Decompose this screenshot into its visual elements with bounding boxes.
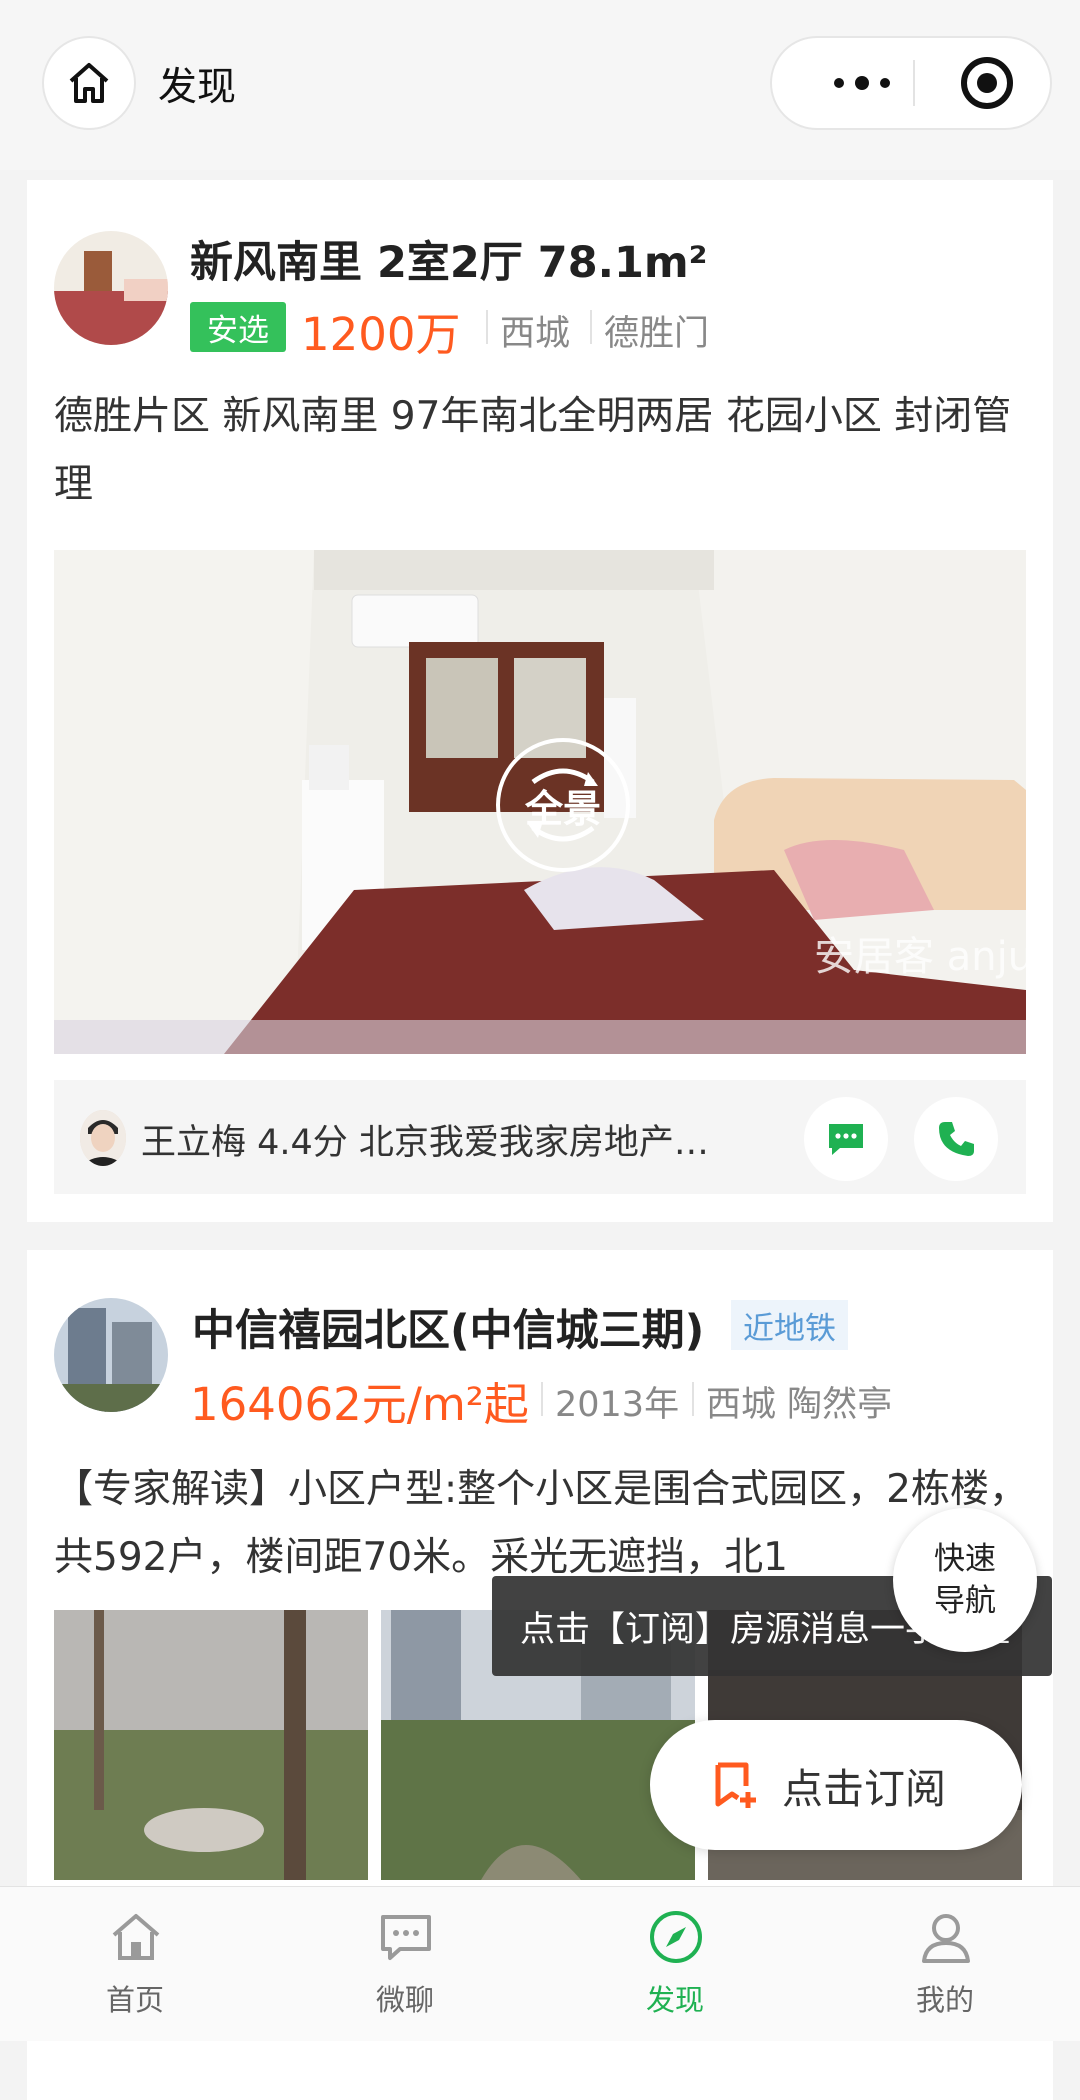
bookmark-add-icon (715, 1762, 756, 1808)
tab-home[interactable]: 首页 (0, 1887, 270, 2041)
tab-label: 发现 (645, 1983, 704, 2017)
agent-bar[interactable]: 王立梅 4.4分 北京我爱我家房地产经... (54, 1080, 1026, 1194)
tab-chat[interactable]: 微聊 (270, 1887, 540, 2041)
home-icon (112, 1914, 160, 1960)
agent-info: 王立梅 4.4分 北京我爱我家房地产经... (141, 1123, 731, 1163)
user-icon (922, 1914, 970, 1963)
more-dots-icon (834, 76, 890, 90)
community-price: 164062元/m²起 (190, 1378, 529, 1431)
page-title: 发现 (158, 65, 237, 110)
target-icon (961, 57, 1013, 109)
tab-label: 微聊 (375, 1983, 434, 2017)
mini-program-capsule (770, 36, 1052, 130)
listing-thumbnail (54, 231, 168, 345)
subscribe-button[interactable]: 点击订阅 (650, 1720, 1022, 1850)
agent-chat-button[interactable] (804, 1097, 888, 1181)
community-year: 2013年 (555, 1385, 680, 1425)
agent-avatar (80, 1110, 126, 1166)
agent-call-button[interactable] (914, 1097, 998, 1181)
listing-description: 德胜片区 新风南里 97年南北全明两居 花园小区 封闭管理 (54, 394, 1012, 507)
more-button[interactable] (812, 38, 912, 128)
tab-label: 首页 (105, 1983, 164, 2017)
community-title: 中信禧园北区(中信城三期) (192, 1306, 705, 1356)
close-mini-program-button[interactable] (932, 38, 1042, 128)
panorama-label: 全景 (524, 786, 601, 831)
top-bar: 发现 (0, 0, 1080, 170)
tab-me[interactable]: 我的 (810, 1887, 1080, 2041)
subway-badge: 近地铁 (731, 1300, 848, 1350)
listing-title: 新风南里 2室2厅 78.1m² (190, 238, 708, 288)
phone-icon (939, 1122, 974, 1156)
listing-district: 西城 (500, 314, 571, 354)
bottom-tab-bar: 首页 微聊 发现 我的 (0, 1886, 1080, 2041)
fast-nav-button[interactable]: 快速导航 (893, 1508, 1037, 1652)
anxuan-badge: 安选 (190, 302, 286, 352)
tab-discover[interactable]: 发现 (540, 1887, 810, 2041)
chat-icon (381, 1915, 431, 1960)
capsule-divider (913, 60, 915, 106)
chat-bubble-icon (829, 1124, 863, 1155)
community-thumbnail (54, 1298, 168, 1412)
panorama-badge[interactable]: 全景 (496, 738, 630, 872)
listing-price: 1200万 (301, 308, 461, 361)
watermark-text: 安居客 anjuke.com (814, 934, 1026, 980)
home-button[interactable] (42, 36, 136, 130)
compass-icon (650, 1911, 702, 1963)
subscribe-label: 点击订阅 (782, 1765, 946, 1813)
tab-label: 我的 (915, 1983, 974, 2017)
listing-area: 德胜门 (604, 314, 710, 354)
home-icon (69, 63, 109, 103)
community-photo-1[interactable] (54, 1610, 368, 1880)
panorama-photo[interactable]: 安居客 anjuke.com 全景 (54, 550, 1026, 1054)
listing-card[interactable]: 新风南里 2室2厅 78.1m² 安选 1200万 西城 德胜门 德胜片区 新风… (27, 180, 1053, 1222)
community-description: 【专家解读】小区户型:整个小区是围合式园区，2栋楼，共592户，楼间距70米。采… (54, 1467, 1028, 1580)
community-location: 西城 陶然亭 (706, 1385, 893, 1425)
